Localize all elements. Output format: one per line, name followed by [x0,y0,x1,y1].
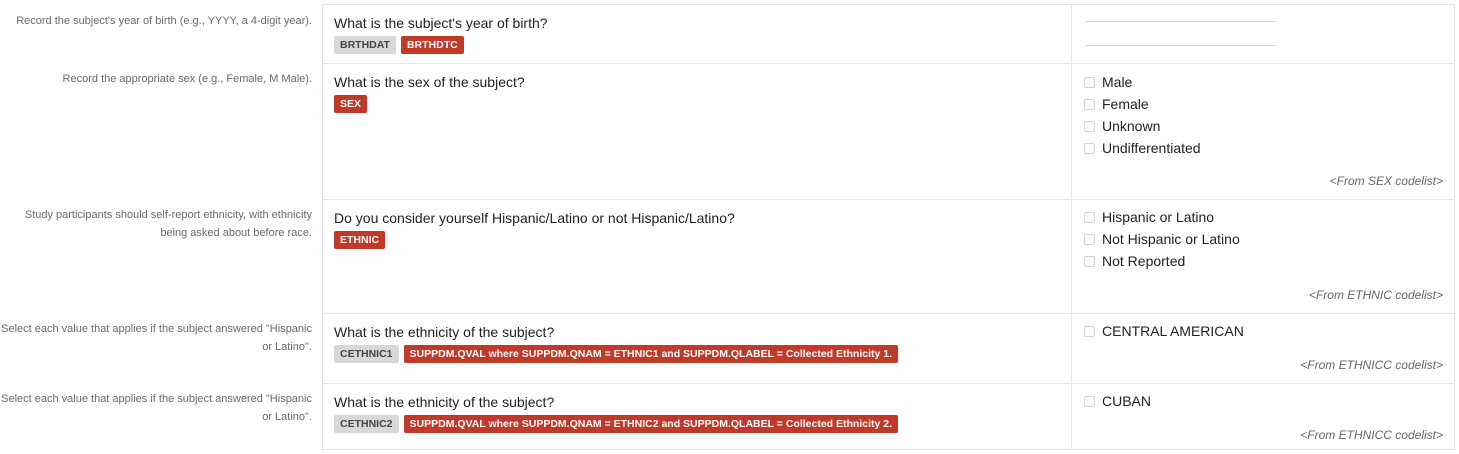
checkbox[interactable] [1084,76,1095,88]
option-label: Undifferentiated [1102,140,1201,156]
variable-badges: BRTHDAT BRTHDTC [334,36,464,54]
checkbox[interactable] [1084,255,1095,267]
question-cell: What is the sex of the subject? SEX [322,63,1071,199]
checkbox[interactable] [1084,211,1095,223]
answer-cell: CENTRAL AMERICAN <From ETHNICC codelist> [1071,313,1455,383]
question-text: What is the ethnicity of the subject? [334,324,555,340]
form-row-cethnic1: Select each value that applies if the su… [0,313,1459,383]
question-text: Do you consider yourself Hispanic/Latino… [334,210,735,226]
option-undifferentiated[interactable]: Undifferentiated [1084,137,1201,159]
variable-badges: ETHNIC [334,231,386,249]
checkbox[interactable] [1084,120,1095,132]
option-not-reported[interactable]: Not Reported [1084,250,1185,272]
form-row-ethnic: Study participants should self-report et… [0,199,1459,313]
help-text: Select each value that applies if the su… [1,323,312,353]
variable-badges: CETHNIC1 SUPPDM.QVAL where SUPPDM.QNAM =… [334,345,899,363]
codelist-note: <From ETHNICC codelist> [1300,428,1443,442]
option-label: CENTRAL AMERICAN [1102,323,1244,339]
option-hispanic-or-latino[interactable]: Hispanic or Latino [1084,206,1214,228]
help-text: Select each value that applies if the su… [1,393,312,423]
option-label: Not Reported [1102,253,1186,269]
variable-badges: SEX [334,95,368,113]
codelist-note: <From ETHNIC codelist> [1308,288,1443,302]
variable-badges: CETHNIC2 SUPPDM.QVAL where SUPPDM.QNAM =… [334,415,899,433]
question-cell: What is the subject's year of birth? BRT… [322,4,1071,63]
variable-badge: CETHNIC1 [334,345,399,363]
form-row-birth-year: Record the subject's year of birth (e.g.… [0,4,1459,63]
question-cell: What is the ethnicity of the subject? CE… [322,313,1071,383]
year-input-field[interactable] [1086,21,1276,22]
checkbox[interactable] [1084,142,1095,154]
question-cell: Do you consider yourself Hispanic/Latino… [322,199,1071,313]
variable-badge: SUPPDM.QVAL where SUPPDM.QNAM = ETHNIC2 … [403,415,899,433]
year-input-field-secondary[interactable] [1086,45,1276,46]
option-male[interactable]: Male [1084,71,1132,93]
question-text: What is the ethnicity of the subject? [334,394,555,410]
answer-cell: Hispanic or Latino Not Hispanic or Latin… [1071,199,1455,313]
codelist-note: <From ETHNICC codelist> [1300,358,1443,372]
option-female[interactable]: Female [1084,93,1149,115]
option-unknown[interactable]: Unknown [1084,115,1160,137]
variable-badge: ETHNIC [334,231,386,249]
option-label: CUBAN [1102,393,1152,409]
option-central-american[interactable]: CENTRAL AMERICAN [1084,320,1244,342]
codelist-note: <From SEX codelist> [1329,174,1443,188]
help-text: Record the appropriate sex (e.g., Female… [62,73,312,85]
answer-cell: Male Female Unknown Undifferentiated <Fr… [1071,63,1455,199]
option-label: Not Hispanic or Latino [1102,231,1240,247]
option-label: Hispanic or Latino [1102,209,1215,225]
form-row-sex: Record the appropriate sex (e.g., Female… [0,63,1459,199]
option-not-hispanic-or-latino[interactable]: Not Hispanic or Latino [1084,228,1240,250]
checkbox[interactable] [1084,98,1095,110]
answer-cell: CUBAN <From ETHNICC codelist> [1071,383,1455,449]
checkbox[interactable] [1084,233,1095,245]
option-label: Unknown [1102,118,1161,134]
variable-badge: BRTHDTC [400,36,464,54]
variable-badge: CETHNIC2 [334,415,399,433]
table-bottom-border [322,449,1455,450]
answer-cell [1071,4,1455,63]
form-row-cethnic2: Select each value that applies if the su… [0,383,1459,449]
question-cell: What is the ethnicity of the subject? CE… [322,383,1071,449]
checkbox[interactable] [1084,395,1095,407]
question-text: What is the subject's year of birth? [334,15,548,31]
variable-badge: BRTHDAT [334,36,396,54]
help-text: Study participants should self-report et… [24,209,312,239]
variable-badge: SEX [334,95,368,113]
help-text: Record the subject's year of birth (e.g.… [16,15,312,27]
variable-badge: SUPPDM.QVAL where SUPPDM.QNAM = ETHNIC1 … [403,345,899,363]
question-text: What is the sex of the subject? [334,74,525,90]
checkbox[interactable] [1084,325,1095,337]
option-label: Female [1102,96,1149,112]
option-label: Male [1102,74,1133,90]
option-cuban[interactable]: CUBAN [1084,390,1151,412]
